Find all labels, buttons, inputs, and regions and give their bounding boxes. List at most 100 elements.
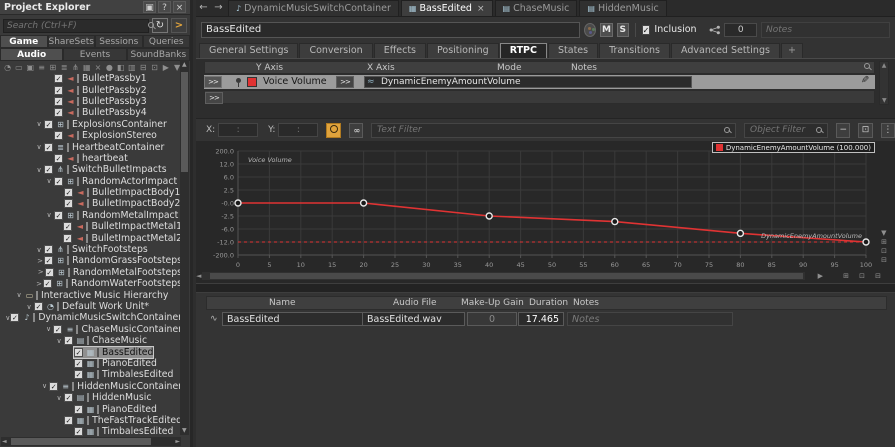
graph-horizontal-scrollbar[interactable] xyxy=(202,272,805,280)
open-folder-icon[interactable]: ▣ xyxy=(25,63,36,72)
object-notes-input[interactable] xyxy=(761,21,891,38)
tree-item-bulletpassby4[interactable]: ✓ ◄ BulletPassby4 xyxy=(0,107,182,118)
include-checkbox[interactable]: ✓ xyxy=(44,142,53,152)
collapse-icon[interactable]: ∨ xyxy=(34,143,44,151)
include-checkbox[interactable]: ✓ xyxy=(44,267,54,277)
include-checkbox[interactable]: ✓ xyxy=(74,370,83,380)
rtpc-row-selected[interactable]: >> Voice Volume >> ≈ DynamicEnemyAmountV… xyxy=(204,75,875,89)
tree-item-chasemusiccontainer[interactable]: ∨ ✓ ≡ ChaseMusicContainer xyxy=(0,324,182,335)
curve-point[interactable] xyxy=(611,217,619,226)
tree-item-randomwaterfootsteps[interactable]: > ✓ ⊞ RandomWaterFootsteps xyxy=(0,278,182,289)
tree-item-heartbeatcontainer[interactable]: ∨ ✓ ≣ HeartbeatContainer xyxy=(0,141,182,153)
doc-tab-hiddenmusic[interactable]: ▤ HiddenMusic xyxy=(579,0,667,16)
tree-vertical-scrollbar[interactable]: ▲ ▼ xyxy=(180,60,189,435)
zoom-fit-icon[interactable]: ⊡ xyxy=(859,272,865,280)
tree-horizontal-scrollbar[interactable]: ◄ ► xyxy=(1,437,181,446)
link-button[interactable]: ∞ xyxy=(348,122,364,138)
table-search-icon[interactable] xyxy=(864,63,870,69)
rtpc-curve-editor[interactable]: 200.0 12.0 6.0 2.5 -0.0 -2.5 -6.0 -12.0 -200.0 0 5… xyxy=(196,141,895,283)
expand-icon[interactable]: > xyxy=(37,268,45,276)
add-tab-button[interactable]: + xyxy=(780,43,803,58)
tab-sharesets[interactable]: ShareSets xyxy=(47,35,95,48)
object-name-input[interactable] xyxy=(201,21,581,38)
include-checkbox[interactable]: ✓ xyxy=(74,404,83,414)
curve-point[interactable] xyxy=(234,199,242,207)
include-checkbox[interactable]: ✓ xyxy=(64,336,73,346)
collapse-icon[interactable]: ∨ xyxy=(34,120,44,128)
include-checkbox[interactable]: ✓ xyxy=(44,256,54,266)
audio-file-field[interactable]: BassEdited.wav xyxy=(362,312,465,326)
graph-settings-button[interactable]: ⊡ xyxy=(858,122,873,138)
random-container-icon[interactable]: ⊞ xyxy=(47,63,58,72)
collapse-icon[interactable]: ∨ xyxy=(44,325,54,333)
include-checkbox[interactable]: ✓ xyxy=(64,199,73,209)
switch-container-icon[interactable]: ⋔ xyxy=(70,63,81,72)
collapse-icon[interactable]: ∨ xyxy=(34,166,44,174)
tab-events[interactable]: Events xyxy=(63,48,127,61)
rtpc-row-empty[interactable]: >> xyxy=(204,90,875,104)
x-coord-field[interactable]: : xyxy=(218,123,259,137)
expand-panel-icon[interactable]: > xyxy=(171,18,187,33)
tree-item-switchfootsteps[interactable]: ∨ ✓ ⋔ SwitchFootsteps xyxy=(0,244,182,255)
blend-container-icon[interactable]: ▦ xyxy=(81,63,92,72)
doc-tab-dynamicmusicswitchcontainer[interactable]: ♪ DynamicMusicSwitchContainer xyxy=(228,0,399,16)
collapse-icon[interactable]: ∨ xyxy=(40,382,49,390)
include-checkbox[interactable]: ✓ xyxy=(44,245,53,255)
more-options-button[interactable]: ⋮ xyxy=(880,122,895,138)
include-checkbox[interactable]: ✓ xyxy=(44,119,53,129)
tree-item-explosionscontainer[interactable]: ∨ ✓ ⊞ ExplosionsContainer xyxy=(0,119,182,130)
tab-advanced-settings[interactable]: Advanced Settings xyxy=(671,43,780,58)
curve-point[interactable] xyxy=(862,238,870,246)
doc-tab-chasemusic[interactable]: ▤ ChaseMusic xyxy=(494,0,578,16)
tree-item-bulletimpactbody1[interactable]: ✓ ◄ BulletImpactBody1 xyxy=(0,187,182,198)
reference-count[interactable]: 0 xyxy=(724,22,758,37)
tab-general-settings[interactable]: General Settings xyxy=(199,43,299,58)
include-checkbox[interactable]: ✓ xyxy=(54,96,63,106)
curve-point[interactable] xyxy=(485,212,493,220)
tab-sessions[interactable]: Sessions xyxy=(95,35,143,48)
selected-item[interactable]: ✓ ▦ BassEdited xyxy=(72,345,155,359)
inclusion-checkbox[interactable]: ✓ xyxy=(641,24,651,35)
edit-pencil-icon[interactable]: ✎ xyxy=(861,75,869,86)
include-checkbox[interactable]: ✓ xyxy=(43,279,53,289)
tree-item-pianoedited[interactable]: ✓ ▦ PianoEdited xyxy=(0,358,182,369)
tab-states[interactable]: States xyxy=(548,43,599,58)
tree-item-thefasttrackedited[interactable]: ✓ ▦ TheFastTrackEdited xyxy=(0,415,182,426)
contents-table-row[interactable]: ∿ BassEdited BassEdited.wav 0 17.465 Not… xyxy=(206,311,887,328)
sound-icon[interactable]: ● xyxy=(104,63,115,72)
y-axis-parameter[interactable]: Voice Volume xyxy=(263,76,327,87)
curve-color-swatch[interactable] xyxy=(247,77,257,87)
collapse-icon[interactable]: ∨ xyxy=(24,303,34,311)
zoom-out-icon[interactable]: ⊟ xyxy=(875,272,881,280)
tab-game-syncs[interactable]: Game Syncs xyxy=(0,35,48,59)
tab-transitions[interactable]: Transitions xyxy=(599,43,671,58)
delete-icon[interactable]: × xyxy=(92,63,103,72)
include-checkbox[interactable]: ✓ xyxy=(54,74,63,84)
tree-item-bassedited[interactable]: ✓ ▦ BassEdited xyxy=(0,345,182,359)
expand-icon[interactable]: > xyxy=(35,280,43,288)
include-checkbox[interactable]: ✓ xyxy=(54,176,63,186)
tree-item-hiddenmusiccontainer[interactable]: ∨ ✓ ≡ HiddenMusicContainer xyxy=(0,381,182,392)
dock-icon[interactable]: ▣ xyxy=(143,1,156,13)
grid-view-icon[interactable]: ⊡ xyxy=(149,63,160,72)
zoom-fit-icon[interactable]: ⊡ xyxy=(881,247,887,255)
curve-point[interactable] xyxy=(359,199,368,207)
tree-item-heartbeat[interactable]: ✓ ◄ heartbeat xyxy=(0,153,182,164)
zoom-out-icon[interactable]: ⊟ xyxy=(881,256,887,264)
close-tab-icon[interactable]: × xyxy=(477,4,485,14)
tree-item-chasemusic[interactable]: ∨ ✓ ▤ ChaseMusic xyxy=(0,335,182,346)
rtpc-curve-svg[interactable]: 200.0 12.0 6.0 2.5 -0.0 -2.5 -6.0 -12.0 -200.00 5… xyxy=(196,141,888,283)
collapse-icon[interactable]: ∨ xyxy=(44,211,54,219)
expand-row-button[interactable]: >> xyxy=(205,92,223,104)
include-checkbox[interactable]: ✓ xyxy=(54,210,63,220)
include-checkbox[interactable]: ✓ xyxy=(54,131,63,141)
tree-item-interactive-music-hierarchy[interactable]: ∨ ▭ Interactive Music Hierarchy xyxy=(0,289,182,301)
close-icon[interactable]: × xyxy=(173,1,186,13)
y-coord-field[interactable]: : xyxy=(278,123,319,137)
splitter-bar[interactable] xyxy=(196,283,895,293)
mute-button[interactable]: M xyxy=(600,22,613,37)
tree-item-bulletpassby1[interactable]: ✓ ◄ BulletPassby1 xyxy=(0,73,182,84)
help-icon[interactable]: ? xyxy=(158,1,171,13)
tree-item-dynamicmusicswitchcontainer[interactable]: ∨ ✓ ♪ DynamicMusicSwitchContainer xyxy=(0,312,182,323)
makeup-gain-field[interactable]: 0 xyxy=(467,312,517,326)
